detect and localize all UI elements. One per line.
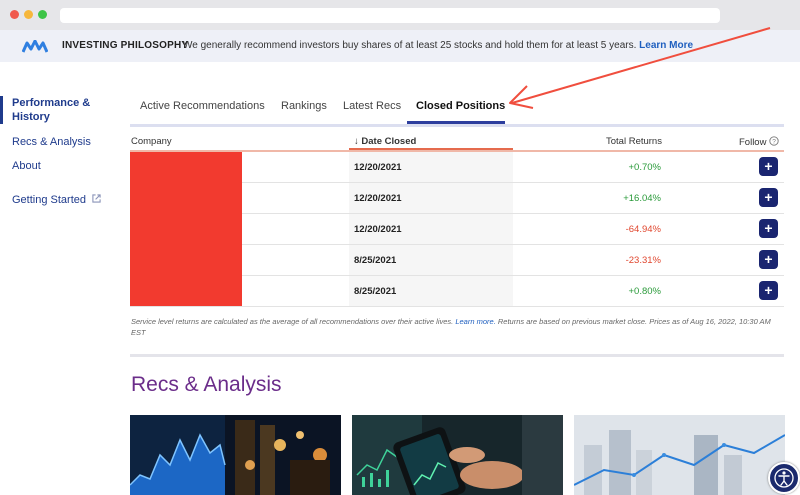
annotation-arrow	[509, 27, 771, 109]
